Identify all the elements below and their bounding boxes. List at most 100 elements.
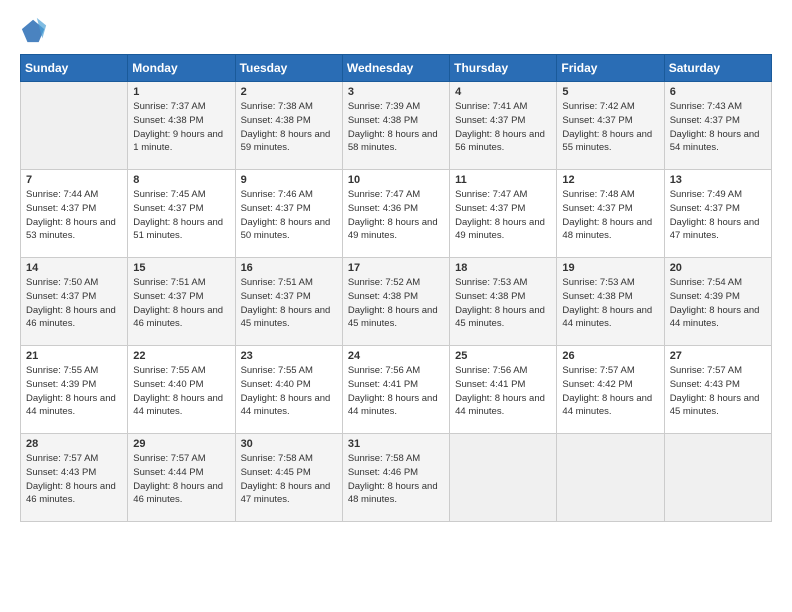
day-number: 4 (455, 86, 551, 98)
day-detail: Sunrise: 7:39 AMSunset: 4:38 PMDaylight:… (348, 101, 438, 153)
calendar-day-cell: 29 Sunrise: 7:57 AMSunset: 4:44 PMDaylig… (128, 434, 235, 522)
calendar-day-cell: 26 Sunrise: 7:57 AMSunset: 4:42 PMDaylig… (557, 346, 664, 434)
calendar-day-cell: 31 Sunrise: 7:58 AMSunset: 4:46 PMDaylig… (342, 434, 449, 522)
calendar-week-row: 21 Sunrise: 7:55 AMSunset: 4:39 PMDaylig… (21, 346, 772, 434)
day-number: 8 (133, 174, 229, 186)
day-number: 16 (241, 262, 337, 274)
day-detail: Sunrise: 7:47 AMSunset: 4:36 PMDaylight:… (348, 189, 438, 241)
calendar-day-cell: 13 Sunrise: 7:49 AMSunset: 4:37 PMDaylig… (664, 170, 771, 258)
day-number: 17 (348, 262, 444, 274)
page: SundayMondayTuesdayWednesdayThursdayFrid… (0, 0, 792, 612)
day-detail: Sunrise: 7:58 AMSunset: 4:45 PMDaylight:… (241, 453, 331, 505)
calendar-day-header: Monday (128, 55, 235, 82)
calendar-day-cell: 5 Sunrise: 7:42 AMSunset: 4:37 PMDayligh… (557, 82, 664, 170)
day-detail: Sunrise: 7:45 AMSunset: 4:37 PMDaylight:… (133, 189, 223, 241)
calendar-day-cell: 15 Sunrise: 7:51 AMSunset: 4:37 PMDaylig… (128, 258, 235, 346)
calendar-day-cell: 19 Sunrise: 7:53 AMSunset: 4:38 PMDaylig… (557, 258, 664, 346)
day-number: 22 (133, 350, 229, 362)
day-detail: Sunrise: 7:55 AMSunset: 4:40 PMDaylight:… (133, 365, 223, 417)
calendar-day-cell: 12 Sunrise: 7:48 AMSunset: 4:37 PMDaylig… (557, 170, 664, 258)
calendar-day-cell: 16 Sunrise: 7:51 AMSunset: 4:37 PMDaylig… (235, 258, 342, 346)
day-number: 2 (241, 86, 337, 98)
calendar-week-row: 14 Sunrise: 7:50 AMSunset: 4:37 PMDaylig… (21, 258, 772, 346)
calendar-day-header: Sunday (21, 55, 128, 82)
day-detail: Sunrise: 7:57 AMSunset: 4:44 PMDaylight:… (133, 453, 223, 505)
calendar-day-cell: 1 Sunrise: 7:37 AMSunset: 4:38 PMDayligh… (128, 82, 235, 170)
calendar-day-cell: 18 Sunrise: 7:53 AMSunset: 4:38 PMDaylig… (450, 258, 557, 346)
day-detail: Sunrise: 7:53 AMSunset: 4:38 PMDaylight:… (455, 277, 545, 329)
calendar-day-cell (21, 82, 128, 170)
day-number: 9 (241, 174, 337, 186)
day-number: 29 (133, 438, 229, 450)
day-detail: Sunrise: 7:55 AMSunset: 4:39 PMDaylight:… (26, 365, 116, 417)
day-number: 1 (133, 86, 229, 98)
day-detail: Sunrise: 7:58 AMSunset: 4:46 PMDaylight:… (348, 453, 438, 505)
calendar-day-header: Thursday (450, 55, 557, 82)
calendar-day-cell: 30 Sunrise: 7:58 AMSunset: 4:45 PMDaylig… (235, 434, 342, 522)
calendar-day-cell: 6 Sunrise: 7:43 AMSunset: 4:37 PMDayligh… (664, 82, 771, 170)
calendar-day-cell: 3 Sunrise: 7:39 AMSunset: 4:38 PMDayligh… (342, 82, 449, 170)
calendar-day-cell: 17 Sunrise: 7:52 AMSunset: 4:38 PMDaylig… (342, 258, 449, 346)
calendar-day-cell: 8 Sunrise: 7:45 AMSunset: 4:37 PMDayligh… (128, 170, 235, 258)
calendar-day-cell: 2 Sunrise: 7:38 AMSunset: 4:38 PMDayligh… (235, 82, 342, 170)
calendar-day-header: Friday (557, 55, 664, 82)
logo (20, 16, 52, 44)
day-number: 27 (670, 350, 766, 362)
day-detail: Sunrise: 7:51 AMSunset: 4:37 PMDaylight:… (133, 277, 223, 329)
day-detail: Sunrise: 7:57 AMSunset: 4:43 PMDaylight:… (26, 453, 116, 505)
day-detail: Sunrise: 7:57 AMSunset: 4:42 PMDaylight:… (562, 365, 652, 417)
calendar-day-cell: 24 Sunrise: 7:56 AMSunset: 4:41 PMDaylig… (342, 346, 449, 434)
calendar-day-header: Saturday (664, 55, 771, 82)
calendar-day-cell (450, 434, 557, 522)
day-number: 12 (562, 174, 658, 186)
day-detail: Sunrise: 7:56 AMSunset: 4:41 PMDaylight:… (455, 365, 545, 417)
day-number: 7 (26, 174, 122, 186)
calendar-day-header: Wednesday (342, 55, 449, 82)
day-number: 10 (348, 174, 444, 186)
day-number: 24 (348, 350, 444, 362)
calendar-day-header: Tuesday (235, 55, 342, 82)
day-detail: Sunrise: 7:51 AMSunset: 4:37 PMDaylight:… (241, 277, 331, 329)
calendar-day-cell: 27 Sunrise: 7:57 AMSunset: 4:43 PMDaylig… (664, 346, 771, 434)
day-number: 19 (562, 262, 658, 274)
day-detail: Sunrise: 7:56 AMSunset: 4:41 PMDaylight:… (348, 365, 438, 417)
calendar-table: SundayMondayTuesdayWednesdayThursdayFrid… (20, 54, 772, 522)
calendar-day-cell: 10 Sunrise: 7:47 AMSunset: 4:36 PMDaylig… (342, 170, 449, 258)
calendar-week-row: 28 Sunrise: 7:57 AMSunset: 4:43 PMDaylig… (21, 434, 772, 522)
calendar-day-cell: 22 Sunrise: 7:55 AMSunset: 4:40 PMDaylig… (128, 346, 235, 434)
day-detail: Sunrise: 7:46 AMSunset: 4:37 PMDaylight:… (241, 189, 331, 241)
day-number: 14 (26, 262, 122, 274)
calendar-day-cell: 4 Sunrise: 7:41 AMSunset: 4:37 PMDayligh… (450, 82, 557, 170)
calendar-header-row: SundayMondayTuesdayWednesdayThursdayFrid… (21, 55, 772, 82)
calendar-day-cell (664, 434, 771, 522)
day-number: 15 (133, 262, 229, 274)
day-number: 25 (455, 350, 551, 362)
calendar-day-cell: 25 Sunrise: 7:56 AMSunset: 4:41 PMDaylig… (450, 346, 557, 434)
calendar-day-cell: 14 Sunrise: 7:50 AMSunset: 4:37 PMDaylig… (21, 258, 128, 346)
day-detail: Sunrise: 7:44 AMSunset: 4:37 PMDaylight:… (26, 189, 116, 241)
day-number: 21 (26, 350, 122, 362)
day-number: 3 (348, 86, 444, 98)
day-number: 30 (241, 438, 337, 450)
calendar-day-cell: 23 Sunrise: 7:55 AMSunset: 4:40 PMDaylig… (235, 346, 342, 434)
day-number: 18 (455, 262, 551, 274)
logo-icon (20, 16, 48, 44)
day-detail: Sunrise: 7:42 AMSunset: 4:37 PMDaylight:… (562, 101, 652, 153)
calendar-day-cell: 9 Sunrise: 7:46 AMSunset: 4:37 PMDayligh… (235, 170, 342, 258)
calendar-day-cell: 7 Sunrise: 7:44 AMSunset: 4:37 PMDayligh… (21, 170, 128, 258)
calendar-day-cell (557, 434, 664, 522)
day-detail: Sunrise: 7:43 AMSunset: 4:37 PMDaylight:… (670, 101, 760, 153)
day-detail: Sunrise: 7:54 AMSunset: 4:39 PMDaylight:… (670, 277, 760, 329)
calendar-day-cell: 11 Sunrise: 7:47 AMSunset: 4:37 PMDaylig… (450, 170, 557, 258)
header (20, 16, 772, 44)
day-detail: Sunrise: 7:53 AMSunset: 4:38 PMDaylight:… (562, 277, 652, 329)
calendar-week-row: 7 Sunrise: 7:44 AMSunset: 4:37 PMDayligh… (21, 170, 772, 258)
day-number: 6 (670, 86, 766, 98)
day-detail: Sunrise: 7:55 AMSunset: 4:40 PMDaylight:… (241, 365, 331, 417)
day-number: 31 (348, 438, 444, 450)
day-number: 23 (241, 350, 337, 362)
day-detail: Sunrise: 7:37 AMSunset: 4:38 PMDaylight:… (133, 101, 223, 153)
day-detail: Sunrise: 7:38 AMSunset: 4:38 PMDaylight:… (241, 101, 331, 153)
day-number: 13 (670, 174, 766, 186)
calendar-week-row: 1 Sunrise: 7:37 AMSunset: 4:38 PMDayligh… (21, 82, 772, 170)
